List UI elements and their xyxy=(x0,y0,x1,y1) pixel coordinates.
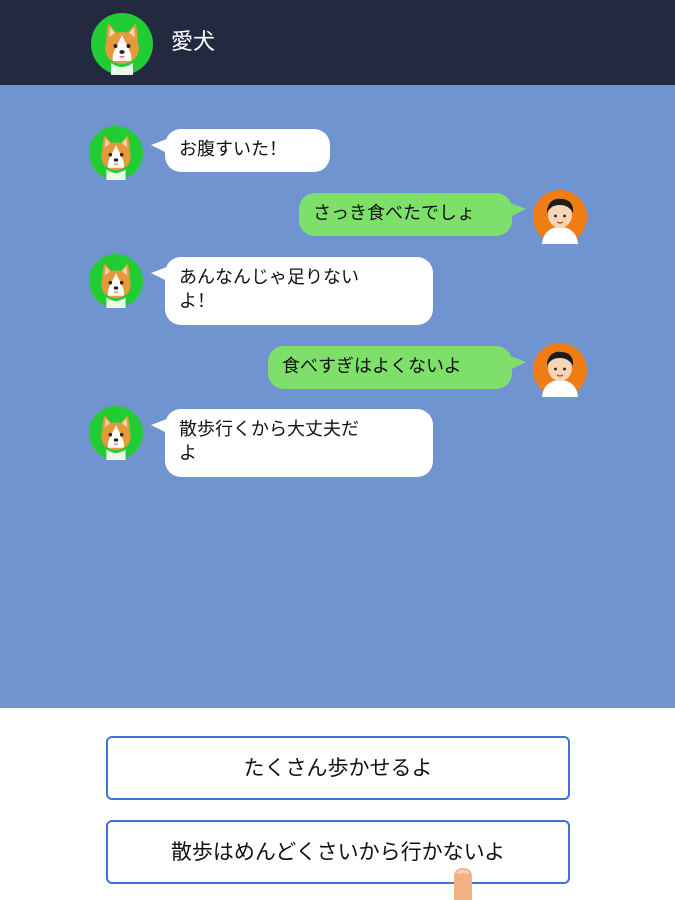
message-area: お腹すいた！ さっき食べたでしょ あんなんじゃ足りない よ！ 食べすぎはよくない… xyxy=(0,85,675,708)
chat-title: 愛犬 xyxy=(171,30,216,55)
message-bubble-user: 食べすぎはよくないよ xyxy=(268,346,526,389)
message-bubble-dog: 散歩行くから大丈夫だ よ xyxy=(151,409,433,477)
message-bubble-dog: お腹すいた！ xyxy=(151,129,330,172)
reply-choice-button[interactable]: たくさん歩かせるよ xyxy=(106,736,570,800)
message-bubble-dog: あんなんじゃ足りない よ！ xyxy=(151,257,433,325)
chat-header: 愛犬 xyxy=(0,0,675,85)
corgi-dog-icon xyxy=(89,254,143,308)
corgi-dog-icon xyxy=(91,13,153,75)
boy-avatar-icon xyxy=(533,190,587,244)
reply-choices: たくさん歩かせるよ 散歩はめんどくさいから行かないよ xyxy=(0,708,675,900)
finger-pointer-icon xyxy=(454,868,472,900)
message-bubble-user: さっき食べたでしょ xyxy=(299,193,526,236)
corgi-dog-icon xyxy=(89,126,143,180)
chat-screen: 愛犬 お腹すいた！ さっき食べたでしょ あんなんじゃ足りない よ！ 食べすぎはよ… xyxy=(0,0,675,900)
boy-avatar-icon xyxy=(533,343,587,397)
reply-choice-button[interactable]: 散歩はめんどくさいから行かないよ xyxy=(106,820,570,884)
corgi-dog-icon xyxy=(89,406,143,460)
